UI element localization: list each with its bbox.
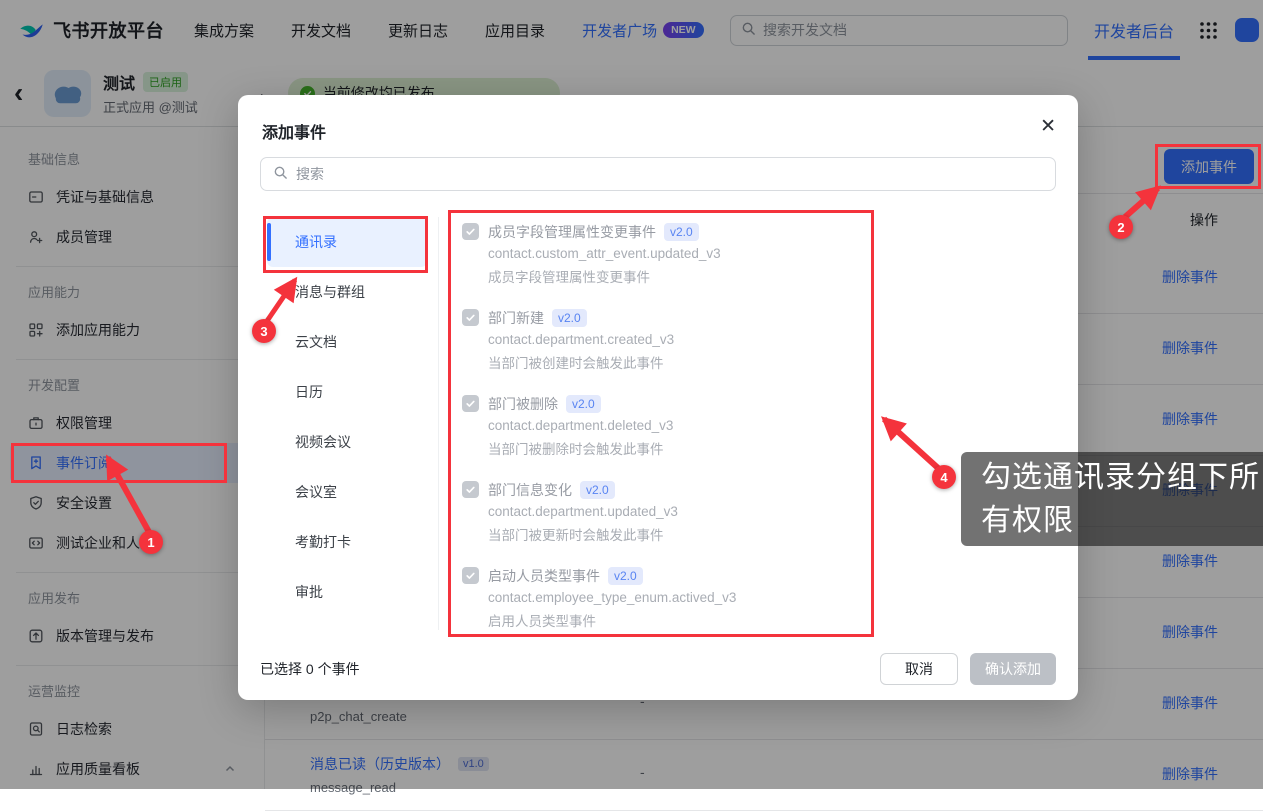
annotation-tooltip: 勾选通讯录分组下所有权限 [961,452,1263,546]
event-desc: 成员字段管理属性变更事件 [488,266,874,290]
modal-search-input[interactable] [296,166,1043,182]
divider [438,217,439,630]
modal-search-box[interactable] [260,157,1056,191]
event-title-row: 部门新建 v2.0 [488,308,874,328]
event-checkbox-checked[interactable] [462,309,479,326]
event-code: contact.department.updated_v3 [488,500,874,524]
event-title-row: 启动人员类型事件 v2.0 [488,566,874,586]
event-desc: 启用人员类型事件 [488,610,874,634]
annotation-step-2: 2 [1109,215,1133,239]
modal-category-item[interactable]: 云文档 [267,317,427,367]
modal-footer: 已选择 0 个事件 取消 确认添加 [238,638,1078,700]
event-desc: 当部门被删除时会触发此事件 [488,438,874,462]
event-code: contact.custom_attr_event.updated_v3 [488,242,874,266]
event-desc: 当部门被创建时会触发此事件 [488,352,874,376]
event-item: 启动人员类型事件 v2.0contact.employee_type_enum.a… [450,566,874,634]
event-name: 成员字段管理属性变更事件 [488,222,656,242]
event-checkbox-checked[interactable] [462,395,479,412]
event-title-row: 成员字段管理属性变更事件 v2.0 [488,222,874,242]
cancel-button[interactable]: 取消 [880,653,958,685]
add-event-modal: 添加事件 ✕ 通讯录消息与群组云文档日历视频会议会议室考勤打卡审批 成员字段管理… [238,95,1078,700]
modal-category-item[interactable]: 通讯录 [267,217,427,267]
event-title-row: 部门信息变化 v2.0 [488,480,874,500]
modal-category-item[interactable]: 审批 [267,567,427,617]
confirm-add-button[interactable]: 确认添加 [970,653,1056,685]
event-checkbox-checked[interactable] [462,481,479,498]
annotation-step-4: 4 [932,465,956,489]
search-icon [273,165,288,183]
annotation-step-3: 3 [252,319,276,343]
modal-category-item[interactable]: 考勤打卡 [267,517,427,567]
event-item: 部门信息变化 v2.0contact.department.updated_v3当… [450,480,874,548]
event-title-row: 部门被删除 v2.0 [488,394,874,414]
event-checkbox-checked[interactable] [462,223,479,240]
version-badge: v2.0 [580,481,615,499]
modal-title: 添加事件 [262,119,326,143]
version-badge: v2.0 [566,395,601,413]
event-code: contact.department.deleted_v3 [488,414,874,438]
modal-category-item[interactable]: 日历 [267,367,427,417]
event-name: 启动人员类型事件 [488,566,600,586]
annotation-step-1: 1 [139,530,163,554]
event-name: 部门被删除 [488,394,558,414]
event-checkbox-checked[interactable] [462,567,479,584]
event-item: 部门新建 v2.0contact.department.created_v3当部门… [450,308,874,376]
event-name: 部门新建 [488,308,544,328]
event-code: contact.department.created_v3 [488,328,874,352]
modal-category-item[interactable]: 会议室 [267,467,427,517]
event-desc: 当部门被更新时会触发此事件 [488,524,874,548]
modal-category-item[interactable]: 消息与群组 [267,267,427,317]
version-badge: v2.0 [664,223,699,241]
event-list: 成员字段管理属性变更事件v2.0contact.custom_attr_even… [450,212,874,652]
version-badge: v2.0 [608,567,643,585]
modal-category-item[interactable]: 视频会议 [267,417,427,467]
event-item: 成员字段管理属性变更事件 v2.0contact.custom_attr_even… [450,222,874,290]
version-badge: v2.0 [552,309,587,327]
event-code: contact.employee_type_enum.actived_v3 [488,586,874,610]
event-name: 部门信息变化 [488,480,572,500]
selected-count: 已选择 0 个事件 [260,659,360,679]
close-icon[interactable]: ✕ [1040,115,1056,138]
event-item: 部门被删除 v2.0contact.department.deleted_v3当部… [450,394,874,462]
category-list: 通讯录消息与群组云文档日历视频会议会议室考勤打卡审批 [267,217,427,617]
